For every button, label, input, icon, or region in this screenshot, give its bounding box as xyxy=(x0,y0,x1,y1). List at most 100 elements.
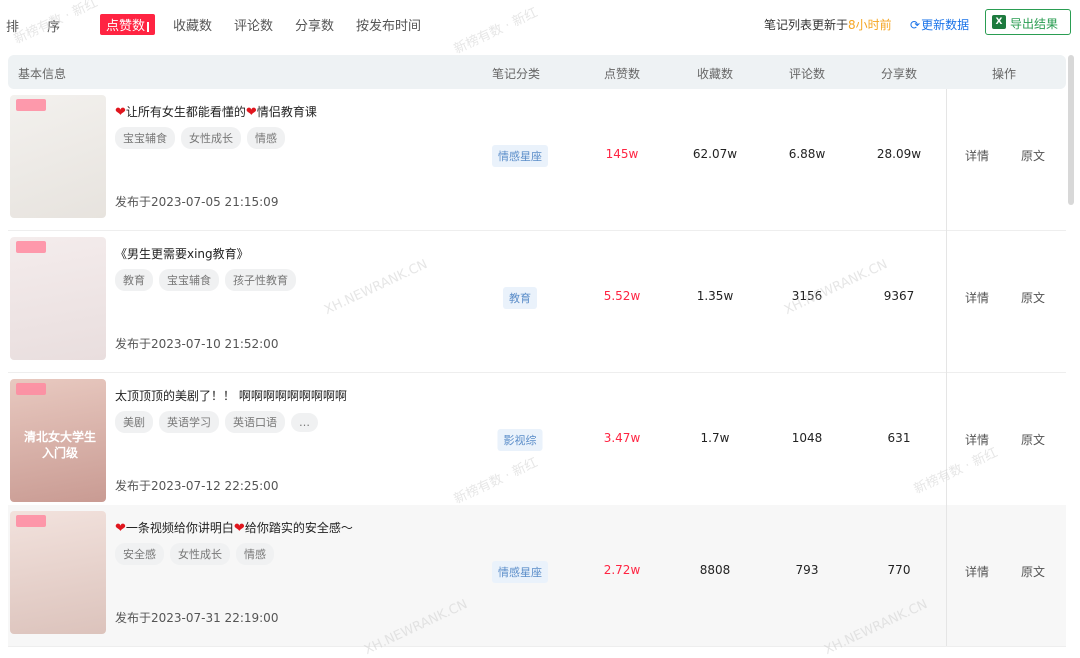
table-row: ❤让所有女生都能看懂的❤情侣教育课 宝宝辅食 女性成长 情感 发布于2023-07-… xyxy=(8,89,1066,231)
thumbnail-badge xyxy=(16,99,46,111)
shares-count: 9367 xyxy=(883,289,915,303)
origin-link[interactable]: 原文 xyxy=(1021,431,1045,448)
refresh-label: 更新数据 xyxy=(921,18,970,32)
sort-option-comments[interactable]: 评论数 xyxy=(234,15,273,34)
likes-count: 5.52w xyxy=(603,289,641,303)
publish-date: 发布于2023-07-05 21:15:09 xyxy=(115,195,279,209)
comments-count: 1048 xyxy=(791,431,823,445)
note-thumbnail[interactable] xyxy=(10,237,106,360)
excel-icon: X xyxy=(992,15,1006,29)
sort-option-shares[interactable]: 分享数 xyxy=(295,15,334,34)
likes-count: 3.47w xyxy=(603,431,641,445)
origin-link[interactable]: 原文 xyxy=(1021,289,1045,306)
publish-date: 发布于2023-07-31 22:19:00 xyxy=(115,611,279,625)
refresh-data-button[interactable]: ⟳更新数据 xyxy=(910,16,969,33)
sort-option-collects[interactable]: 收藏数 xyxy=(173,15,212,34)
likes-count: 145w xyxy=(605,147,639,161)
header-actions: 操作 xyxy=(991,67,1017,81)
header-comments: 评论数 xyxy=(788,67,826,81)
note-title[interactable]: 《男生更需要xing教育》 xyxy=(115,245,249,262)
refresh-icon: ⟳ xyxy=(910,18,921,32)
note-title-text: 《男生更需要xing教育》 xyxy=(115,247,249,261)
collects-count: 1.7w xyxy=(700,431,730,445)
tag: 安全感 xyxy=(115,543,164,565)
category-badge: 情感星座 xyxy=(492,561,548,583)
table-header: 基本信息 笔记分类 点赞数 收藏数 评论数 分享数 操作 xyxy=(8,55,1066,89)
heart-icon: ❤ xyxy=(245,105,257,120)
origin-link[interactable]: 原文 xyxy=(1021,147,1045,164)
note-title[interactable]: ❤让所有女生都能看懂的❤情侣教育课 xyxy=(115,103,317,120)
note-title-text: 给你踏实的安全感～ xyxy=(244,521,353,535)
heart-icon: ❤ xyxy=(115,105,126,120)
thumbnail-badge xyxy=(16,515,46,527)
note-tags: 美剧 英语学习 英语口语 … xyxy=(115,411,324,433)
tag: 女性成长 xyxy=(170,543,230,565)
collects-count: 62.07w xyxy=(692,147,738,161)
note-thumbnail[interactable] xyxy=(10,511,106,634)
tag: 英语学习 xyxy=(159,411,219,433)
header-shares: 分享数 xyxy=(880,67,918,81)
thumbnail-caption: 清北女大学生 入门级 xyxy=(23,430,96,460)
note-title[interactable]: ❤一条视频给你讲明白❤给你踏实的安全感～ xyxy=(115,519,353,536)
sort-option-publish-time[interactable]: 按发布时间 xyxy=(356,15,421,34)
tag: 情感 xyxy=(247,127,285,149)
comments-count: 6.88w xyxy=(788,147,826,161)
table-row: 《男生更需要xing教育》 教育 宝宝辅食 孩子性教育 发布于2023-07-10 … xyxy=(8,231,1066,373)
detail-link[interactable]: 详情 xyxy=(965,289,989,306)
tag: 情感 xyxy=(236,543,274,565)
publish-date: 发布于2023-07-10 21:52:00 xyxy=(115,337,279,351)
tag: 女性成长 xyxy=(181,127,241,149)
thumbnail-badge xyxy=(16,241,46,253)
table-row: ❤一条视频给你讲明白❤给你踏实的安全感～ 安全感 女性成长 情感 发布于2023-0… xyxy=(8,505,1066,647)
comments-count: 793 xyxy=(795,563,819,577)
note-title-text: 太顶顶顶的美剧了！！ 啊啊啊啊啊啊啊啊啊 xyxy=(115,389,347,403)
detail-link[interactable]: 详情 xyxy=(965,147,989,164)
category-badge: 教育 xyxy=(503,287,537,309)
heart-icon: ❤ xyxy=(115,521,126,536)
tag: 孩子性教育 xyxy=(225,269,296,291)
sort-label: 排 序 xyxy=(6,20,73,35)
shares-count: 28.09w xyxy=(876,147,922,161)
tag: 宝宝辅食 xyxy=(115,127,175,149)
header-collects: 收藏数 xyxy=(696,67,734,81)
detail-link[interactable]: 详情 xyxy=(965,563,989,580)
thumbnail-badge xyxy=(16,383,46,395)
note-tags: 教育 宝宝辅食 孩子性教育 xyxy=(115,269,302,291)
update-info: 笔记列表更新于8小时前 xyxy=(764,16,892,33)
category-badge: 情感星座 xyxy=(492,145,548,167)
category-badge: 影视综 xyxy=(497,429,543,451)
tag: 教育 xyxy=(115,269,153,291)
collects-count: 8808 xyxy=(699,563,731,577)
note-title-text: 让所有女生都能看懂的 xyxy=(125,105,246,119)
tag: 宝宝辅食 xyxy=(159,269,219,291)
note-title-text: 一条视频给你讲明白 xyxy=(125,521,234,535)
update-time: 8小时前 xyxy=(848,18,892,32)
sort-option-likes[interactable]: 点赞数 xyxy=(100,14,156,35)
header-basic-info: 基本信息 xyxy=(18,67,67,81)
shares-count: 770 xyxy=(887,563,911,577)
detail-link[interactable]: 详情 xyxy=(965,431,989,448)
collects-count: 1.35w xyxy=(696,289,734,303)
tag: 美剧 xyxy=(115,411,153,433)
scrollbar[interactable] xyxy=(1068,55,1074,205)
note-thumbnail[interactable]: 清北女大学生 入门级 xyxy=(10,379,106,502)
header-category: 笔记分类 xyxy=(491,67,541,81)
origin-link[interactable]: 原文 xyxy=(1021,563,1045,580)
table-row: 清北女大学生 入门级 太顶顶顶的美剧了！！ 啊啊啊啊啊啊啊啊啊 美剧 英语学习 英语… xyxy=(8,373,1066,515)
more-tags[interactable]: … xyxy=(291,413,318,432)
note-tags: 宝宝辅食 女性成长 情感 xyxy=(115,127,291,149)
shares-count: 631 xyxy=(887,431,911,445)
column-divider xyxy=(946,89,947,646)
update-prefix: 笔记列表更新于 xyxy=(764,18,849,32)
note-thumbnail[interactable] xyxy=(10,95,106,218)
publish-date: 发布于2023-07-12 22:25:00 xyxy=(115,479,279,493)
export-button[interactable]: X 导出结果 xyxy=(985,9,1071,35)
note-title-text: 情侣教育课 xyxy=(256,105,317,119)
comments-count: 3156 xyxy=(791,289,823,303)
export-label: 导出结果 xyxy=(1010,17,1059,31)
note-tags: 安全感 女性成长 情感 xyxy=(115,543,280,565)
note-title[interactable]: 太顶顶顶的美剧了！！ 啊啊啊啊啊啊啊啊啊 xyxy=(115,387,347,404)
tag: 英语口语 xyxy=(225,411,285,433)
header-likes: 点赞数 xyxy=(603,67,641,81)
likes-count: 2.72w xyxy=(603,563,641,577)
